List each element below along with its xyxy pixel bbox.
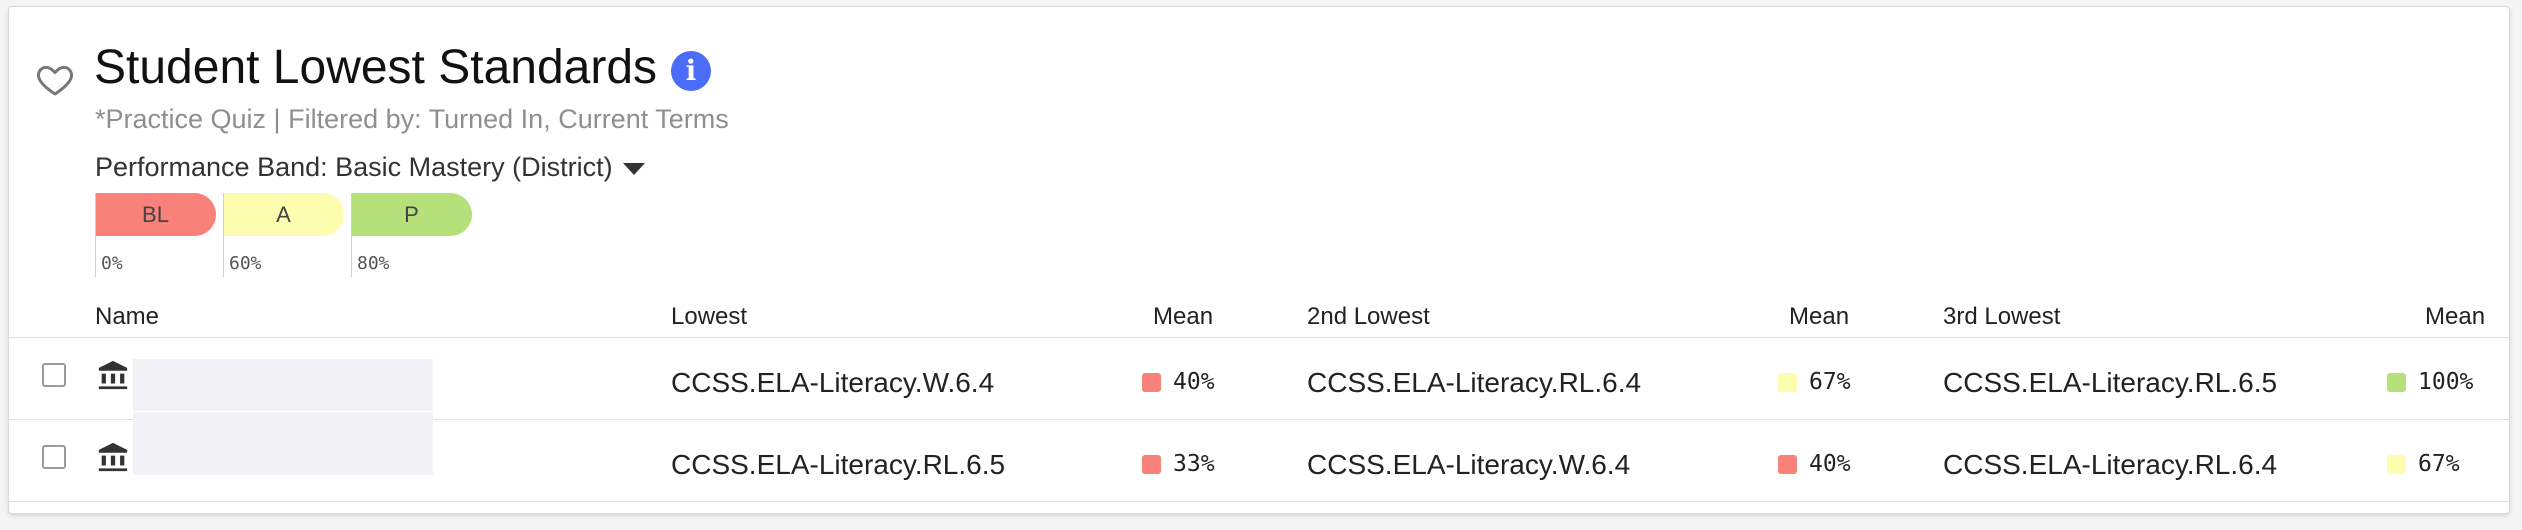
lowest-standard: CCSS.ELA-Literacy.RL.6.5 bbox=[671, 449, 1006, 480]
second-lowest-mean: 40% bbox=[1809, 451, 1851, 477]
legend-pill-a: A bbox=[223, 193, 344, 236]
mean-swatch bbox=[1778, 373, 1797, 392]
third-lowest-standard: CCSS.ELA-Literacy.RL.6.4 bbox=[1943, 449, 2278, 480]
heart-outline-icon[interactable] bbox=[35, 59, 75, 99]
lowest-standard: CCSS.ELA-Literacy.W.6.4 bbox=[671, 367, 995, 398]
institution-icon bbox=[98, 442, 128, 472]
legend-threshold-p: 80% bbox=[357, 253, 390, 274]
legend-threshold-a: 60% bbox=[229, 253, 262, 274]
column-header-second-lowest[interactable]: 2nd Lowest bbox=[1307, 303, 1430, 331]
second-lowest-standard: CCSS.ELA-Literacy.W.6.4 bbox=[1307, 449, 1631, 480]
second-lowest-mean: 67% bbox=[1809, 369, 1851, 395]
row-checkbox[interactable] bbox=[42, 363, 66, 387]
row-checkbox[interactable] bbox=[42, 445, 66, 469]
caret-down-icon bbox=[622, 162, 645, 175]
legend-pill-p: P bbox=[351, 193, 472, 236]
mean-swatch bbox=[1142, 373, 1161, 392]
lowest-mean: 33% bbox=[1173, 451, 1215, 477]
performance-band-label: Performance Band: Basic Mastery (Distric… bbox=[95, 152, 613, 182]
filter-subtitle: *Practice Quiz | Filtered by: Turned In,… bbox=[95, 104, 729, 134]
legend-tick bbox=[223, 193, 224, 277]
column-header-mean-1[interactable]: Mean bbox=[1153, 303, 1213, 331]
table-divider bbox=[9, 337, 2509, 338]
column-header-third-lowest[interactable]: 3rd Lowest bbox=[1943, 303, 2060, 331]
widget-card: Student Lowest Standards i *Practice Qui… bbox=[8, 6, 2510, 514]
mean-swatch bbox=[1142, 455, 1161, 474]
second-lowest-standard: CCSS.ELA-Literacy.RL.6.4 bbox=[1307, 367, 1642, 398]
widget-title: Student Lowest Standards bbox=[94, 41, 658, 94]
column-header-name[interactable]: Name bbox=[95, 303, 159, 331]
legend-pill-bl: BL bbox=[95, 193, 216, 236]
legend-threshold-bl: 0% bbox=[101, 253, 123, 274]
table-divider bbox=[9, 501, 2509, 502]
column-header-lowest[interactable]: Lowest bbox=[671, 303, 747, 331]
third-lowest-standard: CCSS.ELA-Literacy.RL.6.5 bbox=[1943, 367, 2278, 398]
student-name-redacted bbox=[133, 359, 433, 411]
column-header-mean-3[interactable]: Mean bbox=[2425, 303, 2485, 331]
lowest-mean: 40% bbox=[1173, 369, 1215, 395]
column-header-mean-2[interactable]: Mean bbox=[1789, 303, 1849, 331]
third-lowest-mean: 67% bbox=[2418, 451, 2460, 477]
info-icon[interactable]: i bbox=[671, 51, 711, 91]
institution-icon bbox=[98, 360, 128, 390]
legend-tick bbox=[351, 193, 352, 277]
student-name-redacted bbox=[133, 412, 433, 475]
mean-swatch bbox=[1778, 455, 1797, 474]
legend-tick bbox=[95, 193, 96, 277]
third-lowest-mean: 100% bbox=[2418, 369, 2474, 395]
mean-swatch bbox=[2387, 455, 2406, 474]
mean-swatch bbox=[2387, 373, 2406, 392]
performance-band-dropdown[interactable]: Performance Band: Basic Mastery (Distric… bbox=[95, 152, 645, 183]
